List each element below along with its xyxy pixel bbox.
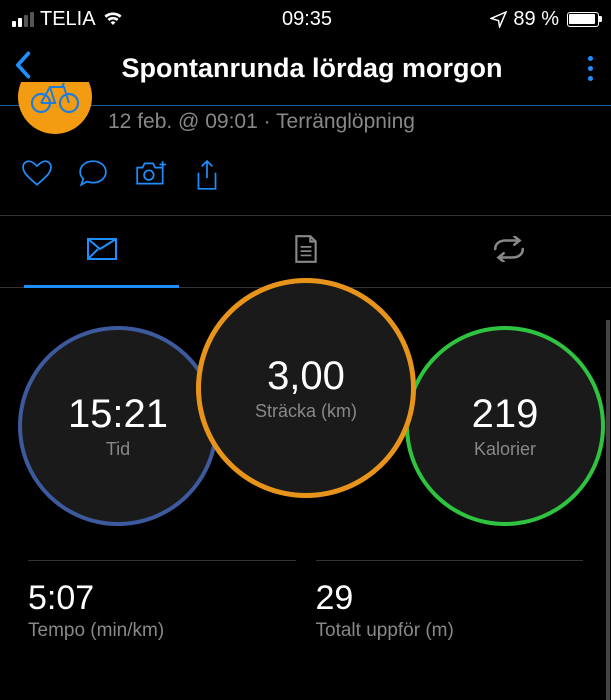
status-right: 89 % xyxy=(490,8,599,31)
location-icon xyxy=(490,11,507,28)
battery-icon xyxy=(567,12,599,27)
carrier-name: TELIA xyxy=(40,8,96,31)
scroll-indicator[interactable] xyxy=(606,320,610,700)
repeat-icon xyxy=(491,236,527,267)
gauge-panel: 15:21 Tid 219 Kalorier 3,00 Sträcka (km) xyxy=(0,278,611,538)
like-button[interactable] xyxy=(22,160,52,197)
elevation-value: 29 xyxy=(316,579,584,618)
activity-meta: 12 feb. @ 09:01 · Terränglöpning xyxy=(108,110,415,134)
document-icon xyxy=(293,234,319,269)
gauge-distance[interactable]: 3,00 Sträcka (km) xyxy=(196,278,416,498)
status-left: TELIA xyxy=(12,8,124,31)
stat-pace[interactable]: 5:07 Tempo (min/km) xyxy=(28,560,296,642)
distance-label: Sträcka (km) xyxy=(255,401,357,422)
status-time: 09:35 xyxy=(282,8,332,31)
tab-laps[interactable] xyxy=(407,216,611,287)
stat-row: 5:07 Tempo (min/km) 29 Totalt uppför (m) xyxy=(0,538,611,642)
distance-value: 3,00 xyxy=(267,354,345,399)
more-options-button[interactable] xyxy=(584,52,597,85)
tab-details[interactable] xyxy=(204,216,408,287)
gauge-calories[interactable]: 219 Kalorier xyxy=(405,326,605,526)
time-value: 15:21 xyxy=(68,392,168,437)
bike-icon xyxy=(30,82,80,113)
avatar[interactable] xyxy=(18,82,92,134)
gauge-time[interactable]: 15:21 Tid xyxy=(18,326,218,526)
pace-value: 5:07 xyxy=(28,579,296,618)
camera-button[interactable] xyxy=(134,160,168,197)
calories-value: 219 xyxy=(472,392,539,437)
battery-percent: 89 % xyxy=(513,8,559,31)
action-row xyxy=(0,144,611,216)
pace-label: Tempo (min/km) xyxy=(28,620,296,642)
time-label: Tid xyxy=(106,439,130,460)
activity-summary-row: 12 feb. @ 09:01 · Terränglöpning xyxy=(0,105,611,144)
signal-icon xyxy=(12,12,34,27)
page-title: Spontanrunda lördag morgon xyxy=(40,53,584,84)
tab-stats[interactable] xyxy=(0,216,204,287)
wifi-icon xyxy=(102,11,124,27)
share-button[interactable] xyxy=(194,160,220,197)
stat-elevation[interactable]: 29 Totalt uppför (m) xyxy=(316,560,584,642)
elevation-label: Totalt uppför (m) xyxy=(316,620,584,642)
comment-button[interactable] xyxy=(78,160,108,197)
flag-icon xyxy=(84,235,120,268)
calories-label: Kalorier xyxy=(474,439,536,460)
status-bar: TELIA 09:35 89 % xyxy=(0,0,611,38)
